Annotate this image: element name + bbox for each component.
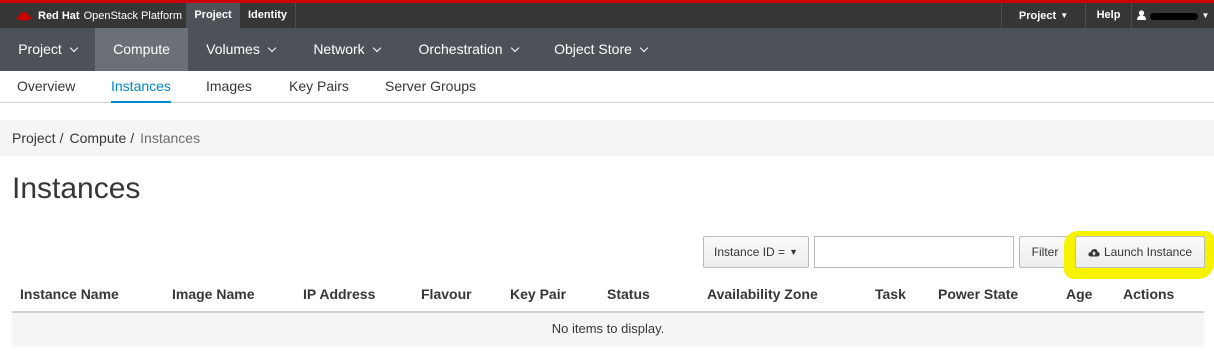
chevron-down-icon bbox=[639, 43, 649, 53]
nav-compute[interactable]: Compute bbox=[95, 28, 188, 71]
nav-label: Project bbox=[18, 41, 62, 57]
filter-field-select[interactable]: Instance ID = ▼ bbox=[703, 236, 809, 268]
breadcrumb-separator: / bbox=[130, 130, 135, 146]
col-instance-name[interactable]: Instance Name bbox=[20, 286, 119, 302]
launch-instance-button[interactable]: Launch Instance bbox=[1075, 236, 1205, 268]
col-age[interactable]: Age bbox=[1066, 286, 1092, 302]
page-title: Instances bbox=[12, 172, 141, 205]
subnav-key-pairs[interactable]: Key Pairs bbox=[289, 71, 349, 103]
col-availability-zone[interactable]: Availability Zone bbox=[707, 286, 818, 302]
breadcrumb: Project / Compute / Instances bbox=[0, 120, 1214, 156]
top-bar: Red Hat OpenStack Platform Project Ident… bbox=[0, 0, 1214, 28]
col-actions: Actions bbox=[1123, 286, 1175, 302]
brand-name-rest: OpenStack Platform bbox=[83, 9, 182, 22]
tab-project[interactable]: Project bbox=[186, 3, 240, 28]
nav-label: Volumes bbox=[206, 41, 260, 57]
col-ip-address[interactable]: IP Address bbox=[303, 286, 375, 302]
subnav-server-groups[interactable]: Server Groups bbox=[385, 71, 476, 103]
nav-orchestration[interactable]: Orchestration bbox=[400, 28, 536, 71]
breadcrumb-current: Instances bbox=[140, 130, 201, 146]
nav-volumes[interactable]: Volumes bbox=[188, 28, 293, 71]
nav-label: Orchestration bbox=[418, 41, 503, 57]
brand-name-bold: Red Hat bbox=[38, 9, 80, 22]
nav-label: Network bbox=[313, 41, 365, 57]
tab-identity[interactable]: Identity bbox=[240, 3, 296, 28]
nav-object-store[interactable]: Object Store bbox=[536, 28, 665, 71]
secondary-nav: Overview Instances Images Key Pairs Serv… bbox=[0, 71, 1214, 103]
chevron-down-icon: ▼ bbox=[1201, 11, 1210, 20]
breadcrumb-project[interactable]: Project bbox=[12, 130, 56, 146]
chevron-down-icon: ▼ bbox=[1060, 11, 1069, 20]
cloud-upload-icon bbox=[1088, 249, 1100, 257]
subnav-images[interactable]: Images bbox=[206, 71, 252, 103]
breadcrumb-compute[interactable]: Compute bbox=[69, 130, 126, 146]
project-menu[interactable]: Project ▼ bbox=[1001, 3, 1085, 28]
filter-input[interactable] bbox=[814, 236, 1014, 268]
chevron-down-icon bbox=[69, 43, 79, 53]
chevron-down-icon bbox=[372, 43, 381, 53]
breadcrumb-separator: / bbox=[59, 130, 64, 146]
filter-field-label: Instance ID = bbox=[714, 245, 786, 259]
help-link[interactable]: Help bbox=[1085, 3, 1131, 28]
caret-down-icon: ▼ bbox=[789, 247, 798, 257]
col-task[interactable]: Task bbox=[875, 286, 906, 302]
redacted-username bbox=[1149, 12, 1198, 20]
nav-label: Compute bbox=[113, 41, 170, 57]
nav-project[interactable]: Project bbox=[0, 28, 95, 71]
col-status[interactable]: Status bbox=[607, 286, 650, 302]
brand-logo[interactable]: Red Hat OpenStack Platform bbox=[16, 3, 182, 28]
table-empty-row: No items to display. bbox=[12, 313, 1204, 347]
nav-network[interactable]: Network bbox=[293, 28, 400, 71]
project-menu-label: Project bbox=[1018, 10, 1057, 22]
col-power-state[interactable]: Power State bbox=[938, 286, 1018, 302]
nav-label: Object Store bbox=[554, 41, 632, 57]
user-menu[interactable]: ▼ bbox=[1131, 3, 1214, 28]
launch-instance-label: Launch Instance bbox=[1103, 245, 1193, 259]
col-image-name[interactable]: Image Name bbox=[172, 286, 254, 302]
subnav-overview[interactable]: Overview bbox=[17, 71, 75, 103]
user-icon bbox=[1136, 10, 1146, 20]
red-hat-icon bbox=[16, 11, 32, 20]
col-flavour[interactable]: Flavour bbox=[421, 286, 472, 302]
primary-nav: Project Compute Volumes Network Orchestr… bbox=[0, 28, 1214, 71]
chevron-down-icon bbox=[510, 43, 519, 53]
subnav-instances[interactable]: Instances bbox=[111, 71, 171, 103]
chevron-down-icon bbox=[267, 43, 277, 53]
col-key-pair[interactable]: Key Pair bbox=[510, 286, 566, 302]
